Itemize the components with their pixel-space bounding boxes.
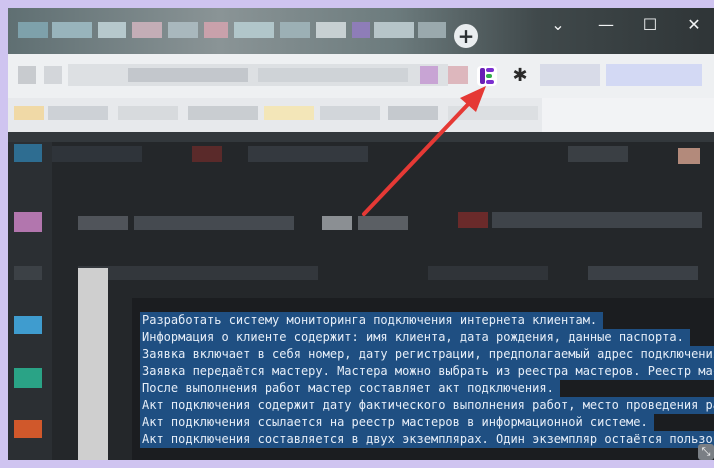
new-tab-button[interactable]: + bbox=[454, 24, 478, 48]
blurred-tab[interactable] bbox=[316, 22, 346, 38]
selected-text-line[interactable]: Акт подключения содержит дату фактическо… bbox=[140, 397, 714, 414]
blurred-tab[interactable] bbox=[204, 22, 228, 38]
blurred-bookmark[interactable] bbox=[118, 106, 178, 120]
blurred-profile[interactable] bbox=[606, 64, 702, 86]
blurred-bookmark[interactable] bbox=[320, 106, 380, 120]
blurred-extension[interactable] bbox=[448, 66, 468, 84]
blurred-sidebar-item[interactable] bbox=[14, 368, 42, 388]
blurred-tab[interactable] bbox=[52, 22, 92, 38]
blurred-tab[interactable] bbox=[168, 22, 198, 38]
blurred-url bbox=[128, 68, 248, 82]
tab-strip: + ⌄ — ☐ ✕ bbox=[8, 8, 714, 54]
blurred-text bbox=[52, 146, 142, 162]
blurred-tab[interactable] bbox=[374, 22, 414, 38]
close-icon[interactable]: ✕ bbox=[680, 14, 708, 36]
maximize-icon[interactable]: ☐ bbox=[636, 14, 664, 36]
blurred-toolbar-button[interactable] bbox=[18, 66, 36, 84]
bookmarks-bar bbox=[8, 98, 714, 132]
blurred-sidebar-item[interactable] bbox=[14, 144, 42, 162]
blurred-sidebar-item[interactable] bbox=[14, 212, 42, 232]
blurred-sidebar-item[interactable] bbox=[14, 266, 42, 280]
blurred-bookmark-folder[interactable] bbox=[542, 98, 714, 132]
blurred-text bbox=[458, 212, 488, 228]
blurred-text bbox=[78, 216, 128, 230]
browser-window: + ⌄ — ☐ ✕ ✱ Разработать систему монитори… bbox=[8, 8, 714, 460]
blurred-text bbox=[678, 148, 700, 164]
blurred-text bbox=[568, 146, 628, 162]
blurred-toolbar-button[interactable] bbox=[44, 66, 62, 84]
blurred-text bbox=[78, 266, 318, 280]
blurred-bookmark[interactable] bbox=[48, 106, 108, 120]
blurred-tab[interactable] bbox=[132, 22, 162, 38]
sidebar bbox=[8, 142, 52, 460]
blurred-tab[interactable] bbox=[280, 22, 310, 38]
blurred-bookmark[interactable] bbox=[188, 106, 258, 120]
blurred-text bbox=[192, 146, 222, 162]
blurred-bookmark[interactable] bbox=[448, 106, 538, 120]
blurred-extension[interactable] bbox=[420, 66, 438, 84]
blurred-tab[interactable] bbox=[234, 22, 274, 38]
blurred-bookmark[interactable] bbox=[14, 106, 44, 120]
app-logo-icon[interactable] bbox=[476, 65, 498, 87]
blurred-url bbox=[258, 68, 408, 82]
blurred-tab[interactable] bbox=[418, 22, 446, 38]
selected-text-line[interactable]: Заявка передаётся мастеру. Мастера можно… bbox=[140, 363, 714, 380]
blurred-tab[interactable] bbox=[98, 22, 126, 38]
editor-gutter bbox=[78, 268, 108, 460]
blurred-text bbox=[358, 216, 408, 230]
blurred-text bbox=[428, 266, 548, 280]
address-toolbar: ✱ bbox=[8, 54, 714, 98]
chevron-down-icon[interactable]: ⌄ bbox=[544, 14, 572, 36]
blurred-text bbox=[248, 146, 368, 162]
blurred-text bbox=[492, 212, 702, 228]
blurred-profile[interactable] bbox=[540, 64, 600, 86]
blurred-text bbox=[588, 266, 698, 280]
selected-text-line[interactable]: Акт подключения составляется в двух экзе… bbox=[140, 431, 714, 448]
selected-text-line[interactable]: Акт подключения ссылается на реестр маст… bbox=[140, 414, 654, 431]
blurred-bookmark[interactable] bbox=[388, 106, 438, 120]
blurred-sidebar-item[interactable] bbox=[14, 316, 42, 334]
blurred-text bbox=[322, 216, 352, 230]
selected-text-line[interactable]: Заявка включает в себя номер, дату регис… bbox=[140, 346, 714, 363]
selected-text-line[interactable]: После выполнения работ мастер составляет… bbox=[140, 380, 560, 397]
puzzle-icon[interactable]: ✱ bbox=[508, 64, 532, 88]
selected-text-line[interactable]: Информация о клиенте содержит: имя клиен… bbox=[140, 329, 690, 346]
resize-handle-icon[interactable]: ⤡ bbox=[698, 444, 714, 460]
blurred-sidebar-item[interactable] bbox=[14, 420, 42, 438]
blurred-tab[interactable] bbox=[18, 22, 48, 38]
blurred-bookmark[interactable] bbox=[264, 106, 314, 120]
page-header-strip bbox=[8, 132, 714, 142]
blurred-tab[interactable] bbox=[352, 22, 370, 38]
blurred-text bbox=[134, 216, 294, 230]
minimize-icon[interactable]: — bbox=[592, 14, 620, 36]
selected-text-line[interactable]: Разработать систему мониторинга подключе… bbox=[140, 312, 604, 329]
